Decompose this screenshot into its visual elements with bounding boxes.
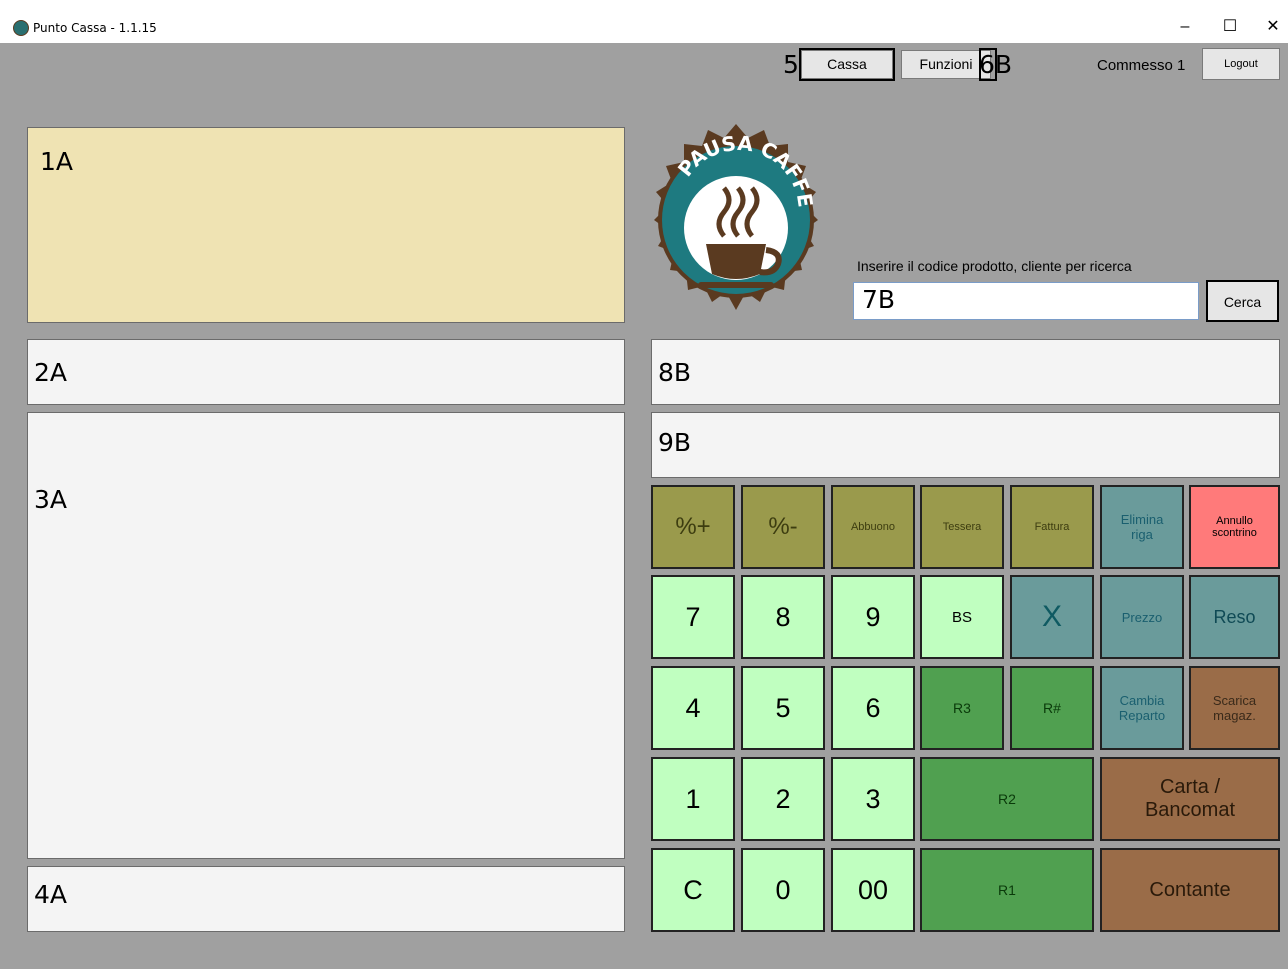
window-title: Punto Cassa - 1.1.15 [33, 21, 157, 35]
app-icon [13, 20, 29, 36]
key-8[interactable]: 8 [741, 575, 825, 659]
panel-3a: 3A [27, 412, 625, 859]
key-tessera[interactable]: Tessera [920, 485, 1004, 569]
panel-9b: 9B [651, 412, 1280, 478]
clerk-name: Commesso 1 [1097, 57, 1186, 74]
key-contante[interactable]: Contante [1100, 848, 1280, 932]
key-fattura[interactable]: Fattura [1010, 485, 1094, 569]
panel-8b-label: 8B [658, 358, 692, 387]
key-1[interactable]: 1 [651, 757, 735, 841]
search-input[interactable]: 7B [853, 282, 1199, 320]
search-button[interactable]: Cerca [1206, 280, 1279, 322]
panel-1a-label: 1A [40, 147, 74, 176]
panel-1a: 1A [27, 127, 625, 323]
key-annullo-scontrino[interactable]: Annullo scontrino [1189, 485, 1280, 569]
key-clear[interactable]: C [651, 848, 735, 932]
key-r3[interactable]: R3 [920, 666, 1004, 750]
close-icon[interactable]: ✕ [1258, 12, 1288, 42]
cassa-button[interactable]: Cassa [801, 50, 893, 79]
key-scarica-magazzino[interactable]: Scarica magaz. [1189, 666, 1280, 750]
funzioni-button[interactable]: Funzioni [901, 50, 991, 79]
key-4[interactable]: 4 [651, 666, 735, 750]
key-r1[interactable]: R1 [920, 848, 1094, 932]
key-5[interactable]: 5 [741, 666, 825, 750]
key-3[interactable]: 3 [831, 757, 915, 841]
key-percent-minus[interactable]: %- [741, 485, 825, 569]
key-00[interactable]: 00 [831, 848, 915, 932]
key-reso[interactable]: Reso [1189, 575, 1280, 659]
panel-2a-label: 2A [34, 358, 68, 387]
key-elimina-riga[interactable]: Elimina riga [1100, 485, 1184, 569]
key-0[interactable]: 0 [741, 848, 825, 932]
maximize-icon[interactable]: ☐ [1215, 12, 1245, 42]
key-7[interactable]: 7 [651, 575, 735, 659]
key-prezzo[interactable]: Prezzo [1100, 575, 1184, 659]
logout-button[interactable]: Logout [1202, 48, 1280, 80]
minimize-icon[interactable]: – [1170, 12, 1200, 42]
panel-4a-label: 4A [34, 880, 68, 909]
key-cambia-reparto[interactable]: Cambia Reparto [1100, 666, 1184, 750]
key-r-hash[interactable]: R# [1010, 666, 1094, 750]
key-9[interactable]: 9 [831, 575, 915, 659]
key-carta-bancomat[interactable]: Carta / Bancomat [1100, 757, 1280, 841]
key-abbuono[interactable]: Abbuono [831, 485, 915, 569]
key-multiply[interactable]: X [1010, 575, 1094, 659]
marker-6b: 6B [979, 50, 1013, 79]
window-border [0, 43, 6, 969]
key-backspace[interactable]: BS [920, 575, 1004, 659]
key-r2[interactable]: R2 [920, 757, 1094, 841]
key-percent-plus[interactable]: %+ [651, 485, 735, 569]
pausa-caffe-logo: PAUSA CAFFE' [648, 124, 818, 310]
key-2[interactable]: 2 [741, 757, 825, 841]
panel-3a-label: 3A [34, 485, 68, 514]
key-6[interactable]: 6 [831, 666, 915, 750]
search-hint-label: Inserire il codice prodotto, cliente per… [857, 258, 1132, 274]
panel-8b: 8B [651, 339, 1280, 405]
panel-2a: 2A [27, 339, 625, 405]
panel-4a: 4A [27, 866, 625, 932]
panel-9b-label: 9B [658, 428, 692, 457]
window-titlebar: Punto Cassa - 1.1.15 – ☐ ✕ [0, 0, 1288, 43]
